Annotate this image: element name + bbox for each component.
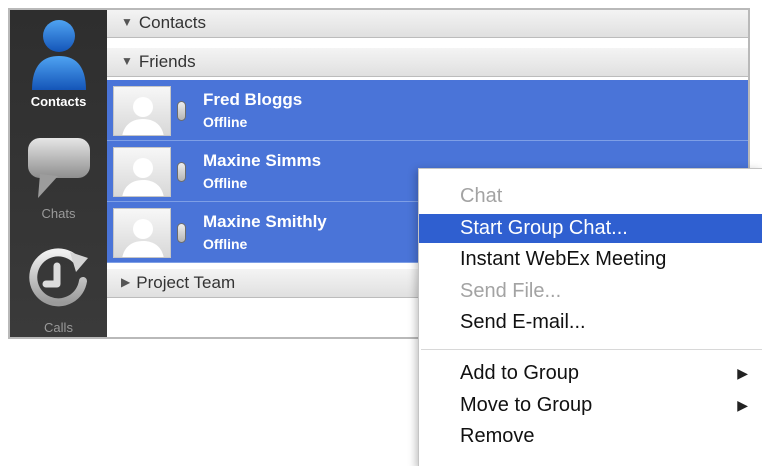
avatar xyxy=(113,208,171,258)
avatar xyxy=(113,86,171,136)
menu-item-label: Add to Group xyxy=(460,362,579,384)
menu-item-label: Instant WebEx Meeting xyxy=(460,248,667,270)
contact-name: Fred Bloggs xyxy=(203,90,303,109)
person-icon xyxy=(31,20,86,90)
menu-item-send-email[interactable]: Send E-mail... xyxy=(419,308,762,337)
group-label: Project Team xyxy=(136,273,236,292)
menu-item-remove[interactable]: Remove xyxy=(419,422,762,451)
nav-calls[interactable]: Calls xyxy=(10,248,107,337)
group-header-contacts[interactable]: ▼ Contacts xyxy=(107,10,748,38)
menu-item-label: Send File... xyxy=(460,280,562,302)
menu-item-start-group-chat[interactable]: Start Group Chat... xyxy=(419,214,762,243)
presence-indicator-icon xyxy=(177,101,186,121)
nav-contacts-label: Contacts xyxy=(30,94,87,109)
group-label: Contacts xyxy=(138,13,206,32)
contact-status: Offline xyxy=(203,236,248,252)
menu-item-label: Send E-mail... xyxy=(460,311,586,333)
avatar xyxy=(113,147,171,197)
nav-chats-label: Chats xyxy=(41,206,76,221)
menu-item-chat: Chat xyxy=(419,182,762,211)
contact-status: Offline xyxy=(203,175,248,191)
nav-chats[interactable]: Chats xyxy=(10,134,107,234)
menu-separator xyxy=(421,349,762,350)
contact-status: Offline xyxy=(203,114,248,130)
expanded-triangle-icon: ▼ xyxy=(121,54,133,68)
collapsed-triangle-icon: ▶ xyxy=(121,275,131,289)
menu-item-label: Chat xyxy=(460,185,503,207)
contact-name: Maxine Simms xyxy=(203,151,322,170)
group-label: Friends xyxy=(138,52,196,71)
default-avatar-icon xyxy=(122,219,164,257)
nav-calls-label: Calls xyxy=(44,320,73,335)
nav-contacts[interactable]: Contacts xyxy=(10,14,107,132)
submenu-arrow-icon: ▶ xyxy=(737,397,748,413)
menu-item-label: Remove xyxy=(460,425,535,447)
menu-item-label: Move to Group xyxy=(460,394,593,416)
menu-item-label: Start Group Chat... xyxy=(460,217,628,239)
presence-indicator-icon xyxy=(177,162,186,182)
call-history-icon xyxy=(28,248,88,307)
menu-item-move-to-group[interactable]: Move to Group ▶ xyxy=(419,391,762,420)
menu-item-send-file: Send File... xyxy=(419,277,762,306)
default-avatar-icon xyxy=(122,97,164,135)
group-header-friends[interactable]: ▼ Friends xyxy=(107,47,748,77)
contact-row-fred-bloggs[interactable]: Fred Bloggs Offline xyxy=(107,80,748,141)
menu-item-instant-webex-meeting[interactable]: Instant WebEx Meeting xyxy=(419,245,762,274)
navigation-rail: Contacts Chats Calls xyxy=(10,10,107,337)
menu-item-add-to-group[interactable]: Add to Group ▶ xyxy=(419,359,762,388)
expanded-triangle-icon: ▼ xyxy=(121,15,133,29)
context-menu: Chat Start Group Chat... Instant WebEx M… xyxy=(418,168,762,466)
contact-name: Maxine Smithly xyxy=(203,212,327,231)
speech-bubble-icon xyxy=(27,138,90,198)
default-avatar-icon xyxy=(122,158,164,196)
presence-indicator-icon xyxy=(177,223,186,243)
submenu-arrow-icon: ▶ xyxy=(737,365,748,381)
